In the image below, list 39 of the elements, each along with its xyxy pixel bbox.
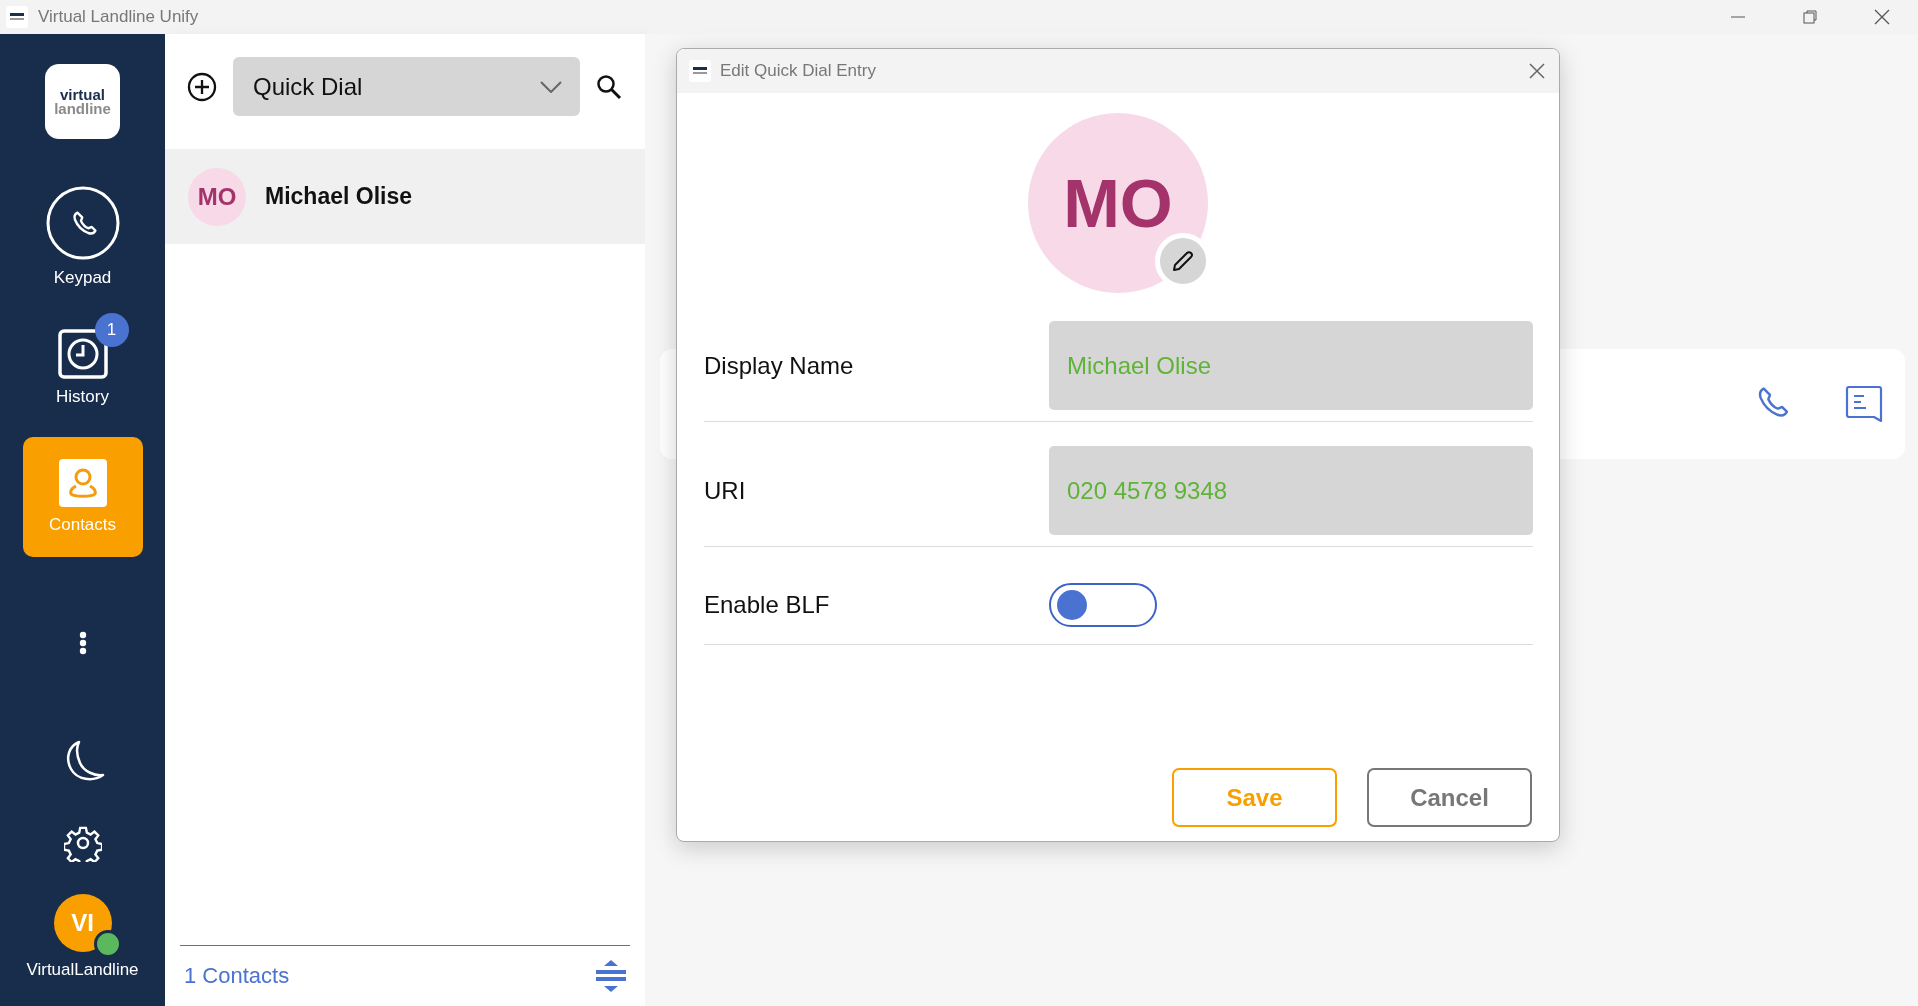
cancel-button[interactable]: Cancel [1367, 768, 1532, 827]
field-label: Display Name [704, 351, 855, 380]
add-icon[interactable] [187, 71, 217, 102]
logo-text: landline [54, 101, 111, 116]
toggle-switch[interactable] [1049, 583, 1157, 627]
filter-dropdown[interactable]: Quick Dial [233, 57, 580, 116]
restore-icon[interactable] [1802, 9, 1818, 25]
contact-name: Michael Olise [265, 183, 412, 210]
field-label: Enable BLF [704, 591, 831, 619]
contact-row[interactable]: MO Michael Olise [165, 149, 645, 244]
dialog-title: Edit Quick Dial Entry [720, 61, 877, 81]
settings-icon[interactable] [63, 824, 102, 862]
nav-label: Keypad [53, 268, 112, 288]
close-icon[interactable] [1529, 63, 1545, 79]
sort-icon[interactable] [596, 960, 626, 992]
phone-icon [45, 186, 120, 260]
count-badge: 1 [94, 313, 129, 347]
message-icon[interactable] [1845, 385, 1883, 423]
nav-item[interactable]: 1 History [22, 307, 143, 427]
app-logo-icon [6, 6, 28, 28]
avatar-initials: VI [71, 909, 94, 937]
close-icon[interactable] [1874, 9, 1890, 25]
app-logo-icon [689, 60, 711, 82]
user-name: VirtualLandline [26, 960, 139, 980]
more-icon[interactable] [78, 631, 87, 655]
nav-label: Contacts [48, 515, 117, 535]
search-icon[interactable] [596, 73, 622, 100]
field-label: URI [704, 476, 747, 505]
contact-avatar: MO [188, 167, 246, 226]
window-title: Virtual Landline Unify [38, 7, 199, 27]
pencil-icon [1171, 249, 1195, 273]
history-icon [56, 327, 109, 379]
nav-label: History [56, 387, 109, 407]
nav-item[interactable]: Keypad [22, 177, 143, 297]
avatar-initials: MO [1063, 164, 1173, 242]
contact-icon [58, 459, 107, 507]
logo-text: virtual [60, 87, 105, 102]
contact-count: 1 Contacts [184, 963, 290, 989]
chevron-down-icon [540, 80, 562, 93]
